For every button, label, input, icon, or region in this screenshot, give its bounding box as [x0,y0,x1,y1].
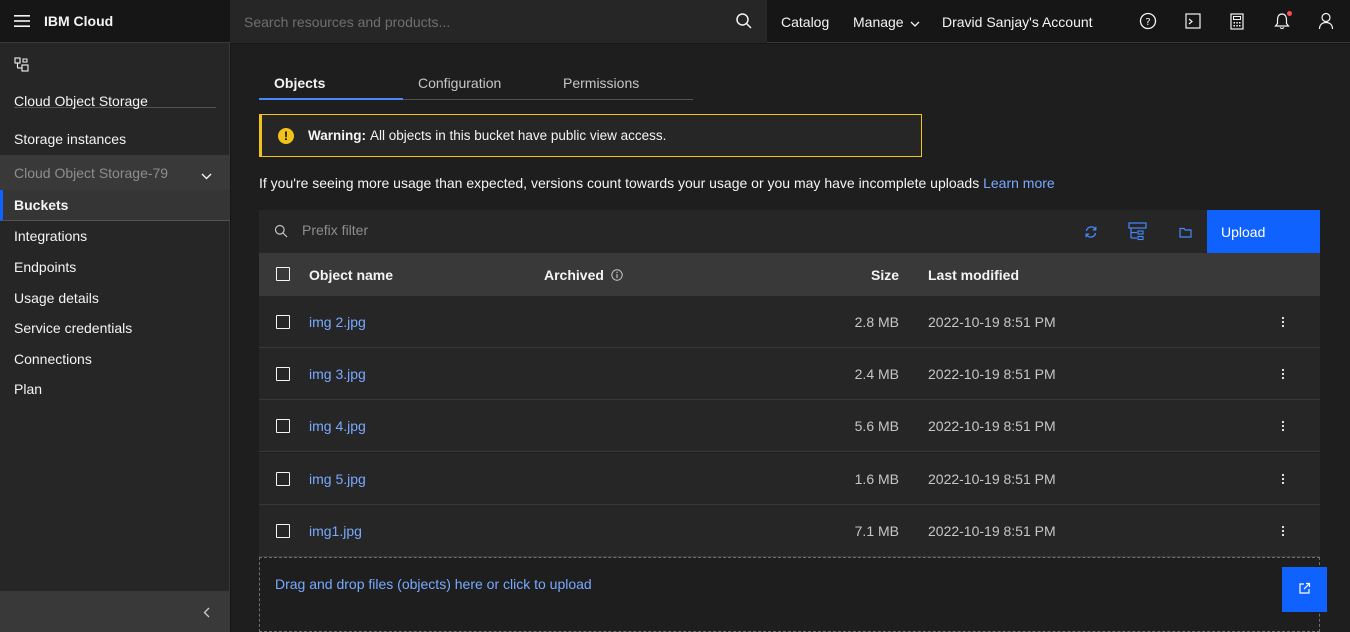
sidebar-item-usage-details[interactable]: Usage details [14,290,99,306]
column-object-name[interactable]: Object name [309,267,393,283]
bucket-tabs: Objects Configuration Permissions [259,68,693,100]
collapse-sidebar-icon[interactable] [203,605,210,621]
row-checkbox[interactable] [276,367,290,381]
object-size: 7.1 MB [854,523,899,539]
launch-icon [1298,582,1311,598]
chevron-down-icon [201,167,212,183]
folder-icon[interactable] [1175,222,1195,242]
overflow-menu-icon[interactable] [1281,524,1285,540]
public-access-warning: ! Warning: All objects in this bucket ha… [259,114,922,157]
upload-button[interactable]: Upload [1207,210,1320,253]
sidebar-item-integrations[interactable]: Integrations [14,228,87,244]
view-settings-icon[interactable] [1128,222,1148,242]
upload-dropzone[interactable]: Drag and drop files (objects) here or cl… [259,557,1320,632]
cloud-shell-icon[interactable] [1183,11,1203,31]
column-archived: Archived [544,267,623,284]
notifications-icon[interactable] [1272,11,1292,31]
objects-table-header: Object name Archived Size Last modified [259,253,1320,296]
catalog-link[interactable]: Catalog [781,0,829,43]
service-title: Cloud Object Storage [14,93,148,109]
overflow-menu-icon[interactable] [1281,367,1285,383]
refresh-icon[interactable] [1081,222,1101,242]
object-size: 2.4 MB [854,366,899,382]
objects-toolbar: Upload [259,210,1320,253]
search-icon [274,224,288,241]
prefix-filter-input[interactable] [302,222,702,238]
account-switcher[interactable]: Dravid Sanjay's Account [942,0,1093,43]
search-input[interactable] [230,13,710,30]
brand-name[interactable]: IBM Cloud [44,13,231,29]
object-name-link[interactable]: img 2.jpg [309,314,366,330]
object-size: 5.6 MB [854,418,899,434]
sidebar-item-plan[interactable]: Plan [14,381,42,397]
sidebar-footer [0,591,230,632]
object-last-modified: 2022-10-19 8:51 PM [928,418,1056,434]
main-content: Objects Configuration Permissions ! Warn… [231,44,1350,632]
object-storage-icon [14,57,29,75]
row-checkbox[interactable] [276,472,290,486]
instance-selector-label: Cloud Object Storage-79 [14,164,169,181]
object-size: 2.8 MB [854,314,899,330]
usage-note: If you're seeing more usage than expecte… [259,175,1055,191]
table-row[interactable]: img 3.jpg 2.4 MB 2022-10-19 8:51 PM [259,348,1320,400]
user-profile-icon[interactable] [1316,11,1336,31]
search-icon[interactable] [735,12,753,33]
menu-icon[interactable] [0,0,43,43]
object-name-link[interactable]: img1.jpg [309,523,362,539]
warning-title: Warning: [308,128,366,143]
overflow-menu-icon[interactable] [1281,315,1285,331]
sidebar-item-buckets[interactable]: Buckets [0,190,230,221]
tab-configuration[interactable]: Configuration [403,68,548,100]
object-last-modified: 2022-10-19 8:51 PM [928,314,1056,330]
service-header: Cloud Object Storage [14,57,216,109]
object-size: 1.6 MB [854,471,899,487]
select-all-checkbox[interactable] [276,267,290,281]
column-archived-label: Archived [544,267,604,283]
sidebar-item-storage-instances[interactable]: Storage instances [14,131,126,147]
object-last-modified: 2022-10-19 8:51 PM [928,366,1056,382]
object-last-modified: 2022-10-19 8:51 PM [928,523,1056,539]
object-name-link[interactable]: img 5.jpg [309,471,366,487]
sidebar-item-connections[interactable]: Connections [14,351,92,367]
object-name-link[interactable]: img 3.jpg [309,366,366,382]
column-size[interactable]: Size [871,267,899,283]
usage-note-text: If you're seeing more usage than expecte… [259,175,980,191]
chevron-down-icon [910,14,920,30]
table-row[interactable]: img1.jpg 7.1 MB 2022-10-19 8:51 PM [259,505,1320,557]
instance-selector[interactable]: Cloud Object Storage-79 [0,155,230,190]
object-name-link[interactable]: img 4.jpg [309,418,366,434]
manage-menu[interactable]: Manage [853,0,920,43]
notification-dot [1287,11,1292,16]
object-last-modified: 2022-10-19 8:51 PM [928,471,1056,487]
row-checkbox[interactable] [276,419,290,433]
info-icon[interactable] [611,268,623,284]
cost-estimator-icon[interactable] [1227,11,1247,31]
svg-text:?: ? [1145,17,1150,28]
table-row[interactable]: img 4.jpg 5.6 MB 2022-10-19 8:51 PM [259,400,1320,452]
table-row[interactable]: img 2.jpg 2.8 MB 2022-10-19 8:51 PM [259,296,1320,348]
warning-icon: ! [278,127,294,144]
tab-permissions[interactable]: Permissions [548,68,693,100]
feedback-button[interactable] [1282,567,1327,612]
left-sidebar: Cloud Object Storage Storage instances C… [0,43,230,632]
table-row[interactable]: img 5.jpg 1.6 MB 2022-10-19 8:51 PM [259,453,1320,505]
overflow-menu-icon[interactable] [1281,472,1285,488]
global-search [230,0,767,43]
column-last-modified[interactable]: Last modified [928,267,1019,283]
row-checkbox[interactable] [276,524,290,538]
tab-objects[interactable]: Objects [259,68,403,100]
sidebar-item-service-credentials[interactable]: Service credentials [14,320,132,336]
overflow-menu-icon[interactable] [1281,419,1285,435]
dropzone-text[interactable]: Drag and drop files (objects) here or cl… [275,576,592,592]
row-checkbox[interactable] [276,315,290,329]
warning-message: All objects in this bucket have public v… [370,128,667,143]
learn-more-link[interactable]: Learn more [983,175,1055,191]
help-icon[interactable]: ? [1138,11,1158,31]
manage-label: Manage [853,13,904,30]
sidebar-item-endpoints[interactable]: Endpoints [14,259,76,275]
